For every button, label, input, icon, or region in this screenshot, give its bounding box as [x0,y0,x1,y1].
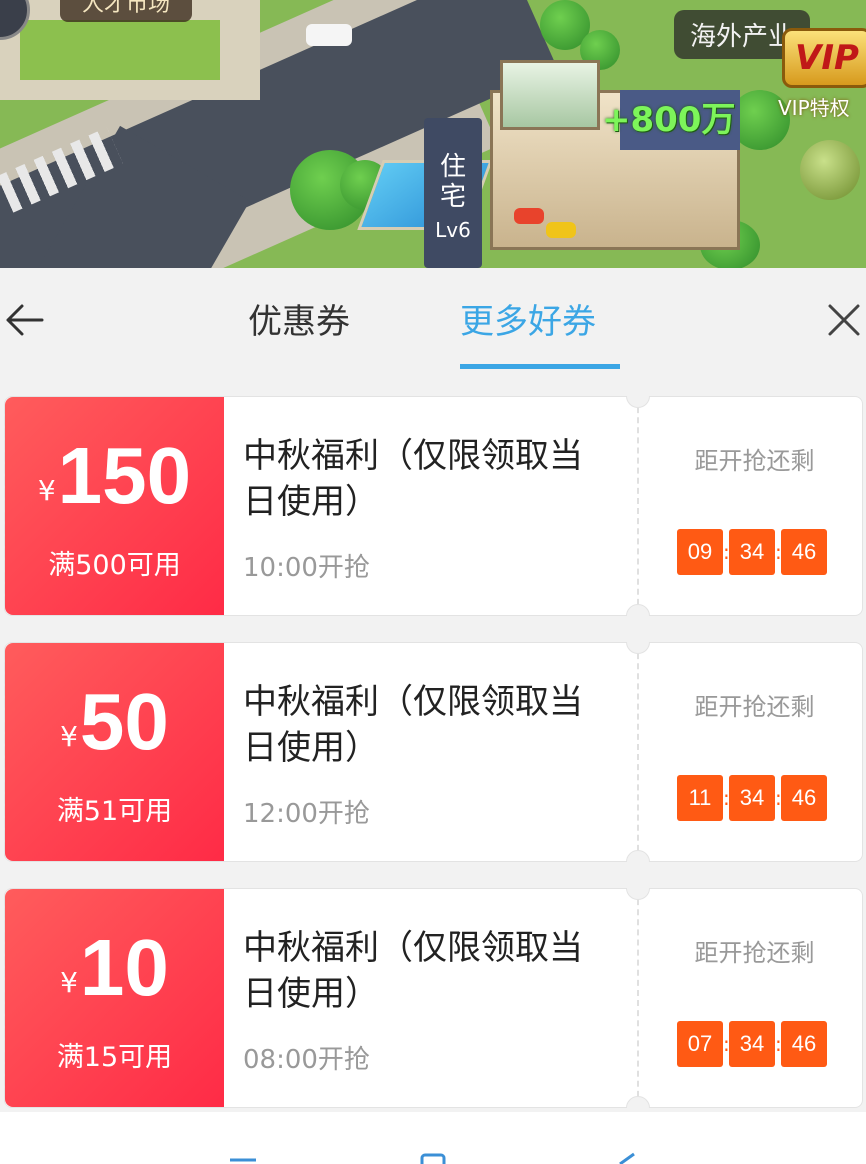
currency-symbol: ¥ [60,720,78,753]
ticket-divider [637,397,639,615]
close-icon [828,304,860,336]
coupon-amount-stub: ¥ 150 满500可用 [0,397,224,615]
coupon-start-time: 08:00开抢 [243,1045,370,1075]
income-bonus-text: +800万 [602,100,736,140]
countdown-label: 距开抢还剩 [694,693,815,721]
countdown-timer: 11 : 34 : 46 [677,775,827,821]
countdown-minutes: 34 [729,775,775,821]
ticket-notch [626,888,650,900]
countdown-hours: 07 [677,1021,723,1067]
close-button[interactable] [822,296,866,344]
countdown-minutes: 34 [729,529,775,575]
ticket-notch [626,642,650,654]
countdown-seconds: 46 [781,529,827,575]
countdown-minutes: 34 [729,1021,775,1067]
tab-more-coupons[interactable]: 更多好券 [460,296,596,348]
coupon-condition: 满51可用 [56,796,173,827]
coupon-title: 中秋福利（仅限领取当日使用） [243,928,583,1014]
countdown-seconds: 46 [781,775,827,821]
residence-tag[interactable]: 住 宅 Lv6 [424,118,482,268]
arrow-left-icon [6,304,44,336]
coupon-start-time: 10:00开抢 [243,553,370,583]
coupon-condition: 满15可用 [56,1042,173,1073]
vip-privilege-label: VIP特权 [778,96,850,120]
residence-tag-char: 住 [439,152,466,182]
countdown-timer: 09 : 34 : 46 [677,529,827,575]
residence-level: Lv6 [435,218,471,242]
coupon-amount-stub: ¥ 10 满15可用 [0,889,224,1107]
back-button[interactable] [2,296,46,344]
game-scene-background: 人才市场 海外产业 +800万 VIP VIP特权 住 宅 Lv6 [0,0,866,268]
currency-symbol: ¥ [37,474,56,507]
coupon-panel-header [0,268,866,371]
countdown-label: 距开抢还剩 [694,447,815,475]
coupon-start-time: 12:00开抢 [243,799,370,829]
menu-icon[interactable] [226,1150,262,1164]
countdown-label: 距开抢还剩 [694,939,815,967]
coupon-amount-stub: ¥ 50 满51可用 [0,643,224,861]
coupon-card[interactable]: ¥ 10 满15可用 中秋福利（仅限领取当日使用） 08:00开抢 距开抢还剩 … [0,888,863,1108]
vip-badge[interactable]: VIP [782,28,866,88]
coupon-amount: 150 [57,431,192,520]
coupon-title: 中秋福利（仅限领取当日使用） [243,436,583,522]
home-icon[interactable] [418,1150,450,1164]
talent-market-label[interactable]: 人才市场 [60,0,193,22]
countdown-hours: 11 [677,775,723,821]
tab-coupons[interactable]: 优惠券 [248,296,350,348]
countdown-timer: 07 : 34 : 46 [677,1021,827,1067]
ticket-divider [637,643,639,861]
ticket-divider [637,889,639,1107]
coupon-card[interactable]: ¥ 50 满51可用 中秋福利（仅限领取当日使用） 12:00开抢 距开抢还剩 … [0,642,863,862]
coupon-amount: 10 [79,923,169,1012]
coupon-title: 中秋福利（仅限领取当日使用） [243,682,583,768]
residence-tag-char: 宅 [439,182,466,212]
currency-symbol: ¥ [60,966,78,999]
countdown-seconds: 46 [781,1021,827,1067]
ticket-notch [626,850,650,862]
active-tab-indicator [460,364,620,369]
coupon-amount: 50 [79,677,169,766]
ticket-notch [626,604,650,616]
coupon-condition: 满500可用 [48,550,181,581]
back-nav-icon[interactable] [612,1150,644,1164]
coupon-card[interactable]: ¥ 150 满500可用 中秋福利（仅限领取当日使用） 10:00开抢 距开抢还… [0,396,863,616]
countdown-hours: 09 [677,529,723,575]
ticket-notch [626,396,650,408]
